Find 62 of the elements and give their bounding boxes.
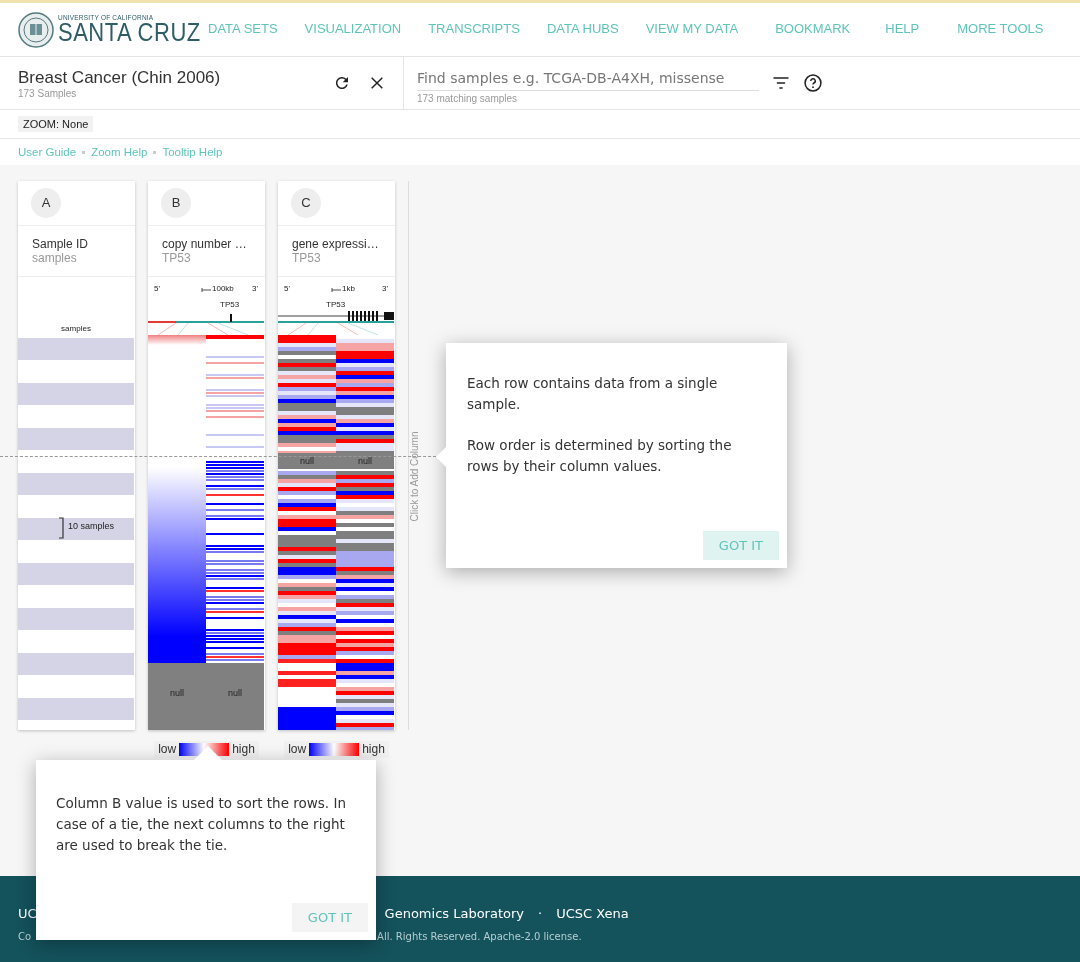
column-title: Sample ID bbox=[32, 236, 90, 251]
null-label: null bbox=[357, 456, 373, 466]
nav-link[interactable]: DATA SETS bbox=[208, 21, 278, 36]
legend-label: high bbox=[362, 742, 385, 757]
nav-link[interactable]: VISUALIZATION bbox=[304, 21, 402, 36]
strand-label: 3' bbox=[252, 284, 258, 293]
nav-link[interactable]: VIEW MY DATA bbox=[645, 21, 739, 36]
legend-label: low bbox=[158, 742, 177, 757]
nav-link[interactable]: BOOKMARK bbox=[775, 21, 851, 36]
null-label: null bbox=[227, 688, 243, 698]
nav-link[interactable]: TRANSCRIPTS bbox=[428, 21, 520, 36]
cohort-title: Breast Cancer (Chin 2006) bbox=[18, 67, 222, 88]
legend-label: high bbox=[232, 742, 255, 757]
column-letter[interactable]: B bbox=[161, 187, 191, 218]
column-letter[interactable]: C bbox=[291, 187, 321, 218]
nav-link[interactable]: HELP bbox=[885, 21, 920, 36]
footer-title: UC bbox=[18, 906, 37, 921]
legend-label: low bbox=[288, 742, 307, 757]
column-subtitle: samples bbox=[32, 250, 78, 265]
bracket-icon bbox=[59, 517, 64, 539]
match-count: 173 matching samples bbox=[417, 93, 519, 104]
refresh-icon[interactable] bbox=[333, 74, 351, 92]
footer-separator: · bbox=[538, 906, 543, 921]
scale-label: 100kb bbox=[212, 284, 234, 293]
logo-name: SANTA CRUZ bbox=[58, 19, 201, 46]
nav-link[interactable]: MORE TOOLS bbox=[957, 21, 1044, 36]
group-label: 10 samples bbox=[68, 521, 115, 531]
nav-link[interactable]: DATA HUBS bbox=[546, 21, 619, 36]
gene-label: TP53 bbox=[326, 300, 346, 309]
guide-link[interactable]: Zoom Help bbox=[91, 146, 148, 158]
tooltip-text: Each row contains data from a single sample. bbox=[467, 374, 719, 414]
got-it-button[interactable]: GOT IT bbox=[702, 531, 779, 560]
search-field[interactable]: Find samples e.g. TCGA-DB-A4XH, missense bbox=[417, 68, 759, 91]
seal-icon bbox=[18, 11, 54, 48]
tooltip-text: Row order is determined by sorting the rows by their column values. bbox=[467, 436, 733, 476]
null-label: null bbox=[299, 456, 315, 466]
column-letter[interactable]: A bbox=[31, 187, 61, 218]
guide-link[interactable]: User Guide bbox=[18, 146, 77, 158]
column-title: gene expressi… bbox=[292, 236, 380, 251]
strand-label: 5' bbox=[154, 284, 160, 293]
column-subtitle: TP53 bbox=[162, 250, 192, 265]
legend-gradient bbox=[309, 743, 360, 756]
zoom-status: ZOOM: None bbox=[18, 116, 94, 132]
help-icon[interactable] bbox=[803, 73, 823, 93]
null-label: null bbox=[169, 688, 185, 698]
column-subtitle: TP53 bbox=[292, 250, 322, 265]
guide-link[interactable]: Tooltip Help bbox=[162, 146, 223, 158]
got-it-button[interactable]: GOT IT bbox=[291, 903, 368, 932]
gene-label: TP53 bbox=[220, 300, 240, 309]
track-label: samples bbox=[61, 324, 91, 333]
footer-lab: Genomics Laboratory bbox=[384, 906, 524, 921]
copyright-text: All. Rights Reserved. Apache-2.0 license. bbox=[377, 931, 582, 942]
tooltip-text: Column B value is used to sort the rows. In case of a tie, the next columns to the right are used to break the tie. bbox=[56, 794, 347, 855]
footer-product: UCSC Xena bbox=[556, 906, 629, 921]
column-title: copy number … bbox=[162, 236, 248, 251]
add-column-tab[interactable]: Click to Add Column bbox=[408, 181, 419, 730]
copyright-text: Co bbox=[18, 931, 32, 942]
strand-label: 3' bbox=[382, 284, 388, 293]
close-icon[interactable] bbox=[369, 75, 385, 91]
strand-label: 5' bbox=[284, 284, 290, 293]
scale-label: 1kb bbox=[342, 284, 355, 293]
sample-count: 173 Samples bbox=[18, 87, 78, 99]
